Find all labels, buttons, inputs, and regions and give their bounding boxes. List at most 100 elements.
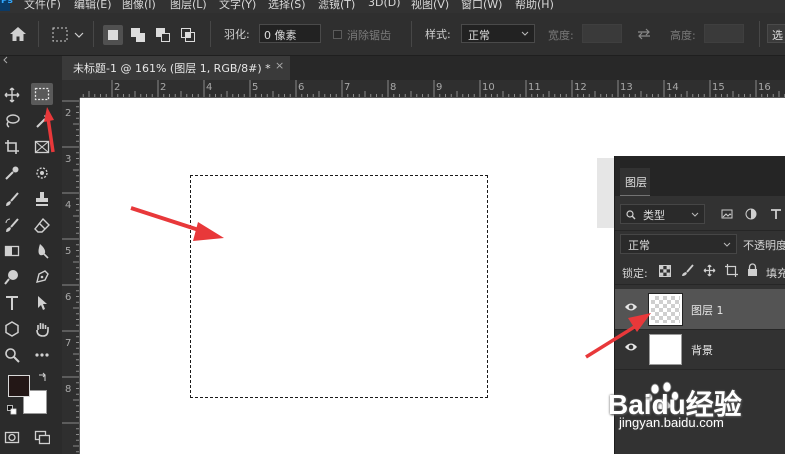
lock-image-pixels-icon[interactable] [681,264,694,280]
gradient-tool[interactable] [1,240,23,262]
layer-row-layer-1[interactable]: 图层 1 [615,289,785,329]
home-icon[interactable] [9,26,27,45]
stamp-icon [36,192,48,206]
tab-layers[interactable]: 图层 [620,168,650,196]
layer-row-background[interactable]: 背景 [615,329,785,369]
lasso-icon [6,114,20,128]
new-selection-button[interactable] [103,25,123,45]
move-icon [4,87,20,103]
frame-tool[interactable] [31,136,53,158]
width-input[interactable] [582,24,622,43]
quick-mask-button[interactable] [1,426,23,448]
history-brush-tool[interactable] [1,214,23,236]
document-tab-strip: 未标题-1 @ 161% (图层 1, RGB/8#) * × [62,56,785,80]
ruler-label: 14 [666,82,679,93]
gradient-icon [4,245,20,257]
document-tab[interactable]: 未标题-1 @ 161% (图层 1, RGB/8#) * × [62,56,290,80]
ruler-label: 11 [528,82,541,93]
clone-stamp-tool[interactable] [31,188,53,210]
ruler-label: 4 [206,82,213,93]
lock-transparent-pixels-icon[interactable] [659,265,671,280]
eyedropper-tool[interactable] [1,162,23,184]
height-label: 高度: [670,29,696,42]
menu-image[interactable]: 图像(I) [122,0,156,12]
subtract-from-selection-button[interactable] [153,25,173,45]
crop-tool[interactable] [1,136,23,158]
opacity-label: 不透明度 [743,239,785,252]
menu-edit[interactable]: 编辑(E) [74,0,112,12]
lock-position-icon[interactable] [703,264,716,280]
close-icon[interactable]: × [275,59,284,72]
rectangular-marquee-preset-icon[interactable] [52,27,86,46]
menu-bar: Ps 文件(F) 编辑(E) 图像(I) 图层(L) 文字(Y) 选择(S) 滤… [0,0,785,13]
ellipsis-icon [35,353,49,357]
spot-healing-tool[interactable] [31,162,53,184]
menu-3d[interactable]: 3D(D) [368,0,401,9]
intersect-selection-button[interactable] [178,25,198,45]
menu-help[interactable]: 帮助(H) [515,0,554,12]
ruler-corner [62,80,80,98]
layer-filter-value: 类型 [643,209,665,222]
layer-thumbnail [649,334,682,365]
default-colors-icon[interactable] [7,405,17,418]
magic-wand-tool[interactable] [31,110,53,132]
eye-icon[interactable] [624,302,638,315]
swap-width-height-icon[interactable] [636,28,652,43]
filter-type-icon[interactable] [770,208,782,223]
blur-tool[interactable] [31,240,53,262]
eraser-tool[interactable] [31,214,53,236]
layer-name[interactable]: 图层 1 [691,302,724,318]
antialias-checkbox[interactable] [333,30,342,39]
height-input[interactable] [704,24,744,43]
feather-input[interactable]: 0 像素 [259,24,321,43]
path-selection-tool[interactable] [31,292,53,314]
options-bar: 羽化: 0 像素 消除锯齿 样式: 正常 宽度: 高度: 选 [0,13,785,56]
vertical-ruler: 2 3 4 5 6 7 8 [62,98,80,454]
tools-panel-header[interactable] [0,56,62,65]
more-tools-button[interactable] [31,344,53,366]
brush-tool[interactable] [1,188,23,210]
lasso-tool[interactable] [1,110,23,132]
hexagon-icon [5,321,19,337]
style-label: 样式: [425,28,451,41]
menu-type[interactable]: 文字(Y) [219,0,256,12]
menu-window[interactable]: 窗口(W) [461,0,502,12]
lock-artboard-icon[interactable] [725,264,738,280]
menu-select[interactable]: 选择(S) [268,0,306,12]
eye-icon[interactable] [624,342,638,355]
menu-layer[interactable]: 图层(L) [170,0,207,12]
dodge-tool[interactable] [1,266,23,288]
ruler-label: 13 [620,82,633,93]
lock-all-icon[interactable] [747,263,758,280]
pen-tool[interactable] [31,266,53,288]
foreground-color-swatch[interactable] [8,375,30,397]
menu-view[interactable]: 视图(V) [411,0,449,12]
crop-icon [5,140,19,154]
collapse-icon[interactable] [2,56,10,64]
add-to-selection-button[interactable] [128,25,148,45]
screen-mode-button[interactable] [31,426,53,448]
hand-tool[interactable] [31,318,53,340]
filter-adjustment-icon[interactable] [745,208,757,223]
shape-tool[interactable] [1,318,23,340]
blend-mode-select[interactable]: 正常 [620,234,737,254]
zoom-tool[interactable] [1,344,23,366]
layer-name[interactable]: 背景 [691,342,713,358]
quick-mask-icon [4,431,20,444]
pen-icon [36,270,49,283]
ruler-label: 5 [65,246,72,257]
rectangular-marquee-tool[interactable] [31,83,53,105]
menu-filter[interactable]: 滤镜(T) [318,0,355,12]
chevron-down-icon [521,31,529,36]
ruler-label: 4 [65,200,72,211]
move-tool[interactable] [1,84,23,106]
select-and-mask-button[interactable]: 选 [767,24,785,43]
layer-filter-select[interactable]: 类型 [620,204,705,224]
eyedropper-icon [5,166,19,180]
type-tool[interactable] [1,292,23,314]
menu-file[interactable]: 文件(F) [24,0,61,12]
rectangular-selection[interactable] [190,175,488,398]
filter-pixel-icon[interactable] [721,208,733,223]
style-select[interactable]: 正常 [461,24,535,43]
swap-colors-icon[interactable] [38,372,48,385]
